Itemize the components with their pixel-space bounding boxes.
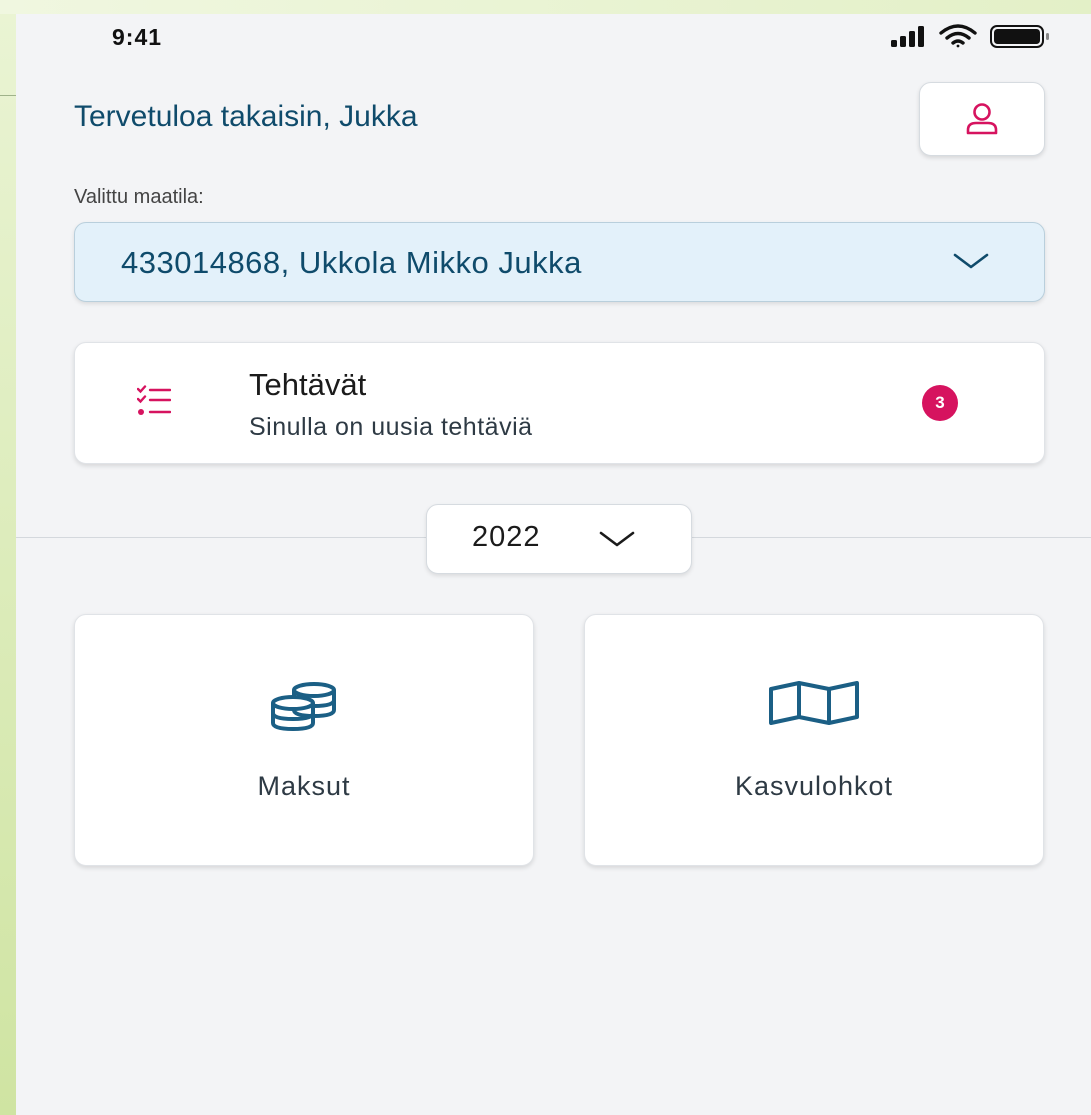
field-parcels-tile-label: Kasvulohkot bbox=[734, 771, 894, 801]
battery-icon bbox=[990, 25, 1049, 48]
greeting-title: Tervetuloa takaisin, Jukka bbox=[74, 100, 418, 133]
status-time: 9:41 bbox=[112, 24, 163, 50]
chevron-down-icon bbox=[953, 253, 989, 269]
background-top-strip bbox=[0, 0, 1091, 14]
tasks-count-badge: 3 bbox=[922, 385, 958, 421]
farm-label: Valittu maatila: bbox=[74, 186, 204, 208]
tasks-subtitle: Sinulla on uusia tehtäviä bbox=[249, 413, 533, 441]
farm-select[interactable]: 433014868, Ukkola Mikko Jukka bbox=[74, 222, 1045, 302]
background-left-strip bbox=[0, 0, 16, 1115]
chevron-down-icon bbox=[599, 531, 635, 547]
task-list-icon bbox=[137, 385, 171, 415]
tasks-title: Tehtävät bbox=[249, 367, 367, 402]
app-screen: 9:41 Tervetuloa takaisin, Jukka Valittu … bbox=[16, 14, 1091, 1115]
map-icon bbox=[769, 681, 859, 725]
year-selected-value: 2022 bbox=[472, 521, 541, 553]
field-parcels-tile[interactable]: Kasvulohkot bbox=[584, 614, 1044, 866]
user-icon bbox=[966, 103, 998, 135]
farm-selected-value: 433014868, Ukkola Mikko Jukka bbox=[121, 245, 582, 280]
year-select[interactable]: 2022 bbox=[426, 504, 692, 574]
tasks-card[interactable]: Tehtävät Sinulla on uusia tehtäviä 3 bbox=[74, 342, 1045, 464]
coins-icon bbox=[271, 682, 336, 731]
profile-button[interactable] bbox=[919, 82, 1045, 156]
payments-tile[interactable]: Maksut bbox=[74, 614, 534, 866]
payments-tile-label: Maksut bbox=[257, 771, 351, 801]
wifi-icon bbox=[939, 24, 977, 48]
status-icons bbox=[871, 22, 1061, 50]
signal-icon bbox=[891, 26, 924, 47]
